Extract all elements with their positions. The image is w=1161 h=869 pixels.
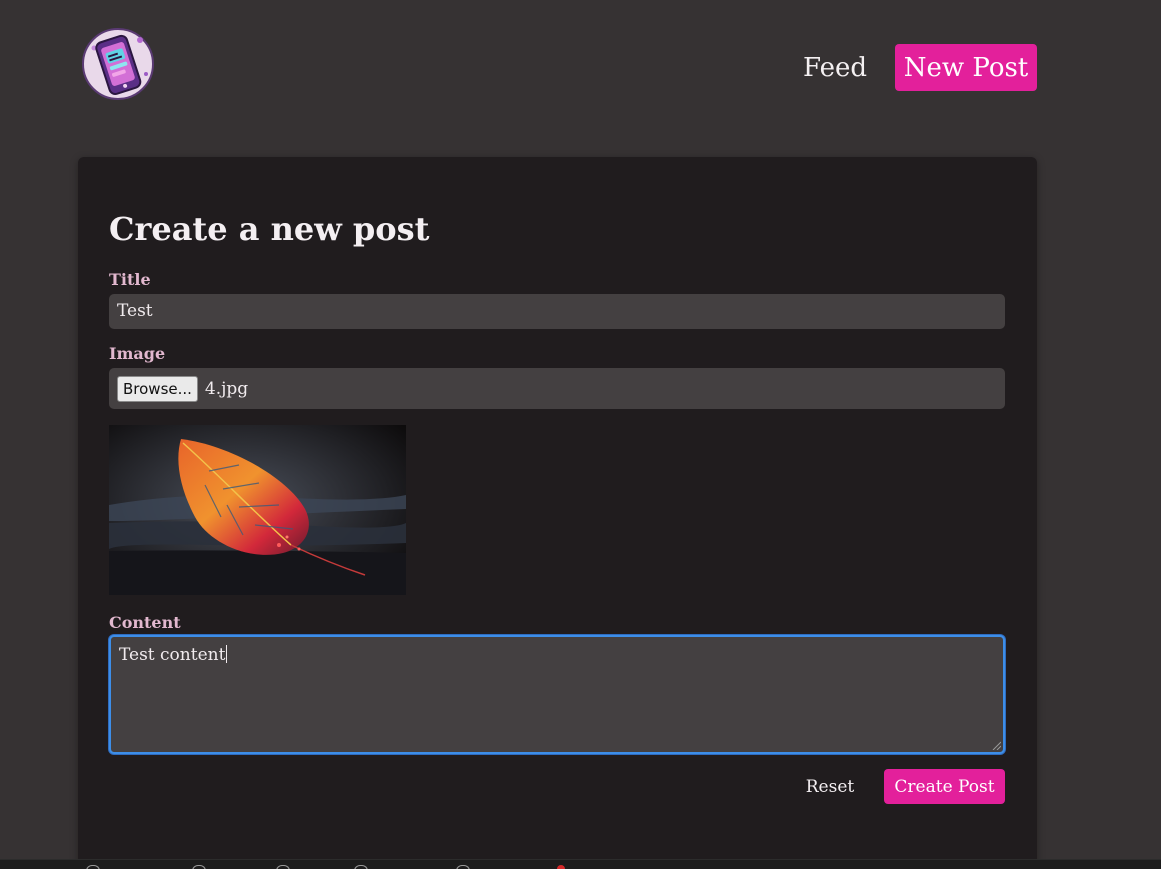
image-label: Image <box>109 344 166 363</box>
taskbar <box>0 859 1161 869</box>
content-label: Content <box>109 613 181 632</box>
title-input[interactable]: Test <box>109 294 1005 329</box>
page: Feed New Post Create a new post Title Te… <box>0 0 1161 869</box>
taskbar-icon[interactable] <box>192 865 206 869</box>
browse-button[interactable]: Browse... <box>117 375 198 402</box>
phone-logo-icon <box>82 28 154 100</box>
taskbar-icon[interactable] <box>354 865 368 869</box>
reset-button[interactable]: Reset <box>790 769 870 804</box>
nav-new-post-button[interactable]: New Post <box>895 44 1037 91</box>
leaf-image <box>109 425 406 595</box>
content-text: Test content <box>119 645 226 665</box>
title-label: Title <box>109 270 151 289</box>
selected-file-name: 4.jpg <box>204 378 249 399</box>
taskbar-icon[interactable] <box>276 865 290 869</box>
image-file-input[interactable]: Browse... 4.jpg <box>109 368 1005 409</box>
resize-grip-icon[interactable] <box>991 740 1001 750</box>
taskbar-icon[interactable] <box>456 865 470 869</box>
notification-badge <box>557 865 565 869</box>
nav-feed-link[interactable]: Feed <box>793 45 877 90</box>
page-title: Create a new post <box>109 210 430 248</box>
text-caret <box>226 645 228 663</box>
taskbar-icon[interactable] <box>86 865 100 869</box>
app-logo[interactable] <box>80 26 156 102</box>
image-preview <box>109 425 406 595</box>
create-post-button[interactable]: Create Post <box>884 769 1005 804</box>
content-textarea[interactable]: Test content <box>109 635 1005 754</box>
create-post-card: Create a new post Title Test Image Brows… <box>78 157 1037 869</box>
